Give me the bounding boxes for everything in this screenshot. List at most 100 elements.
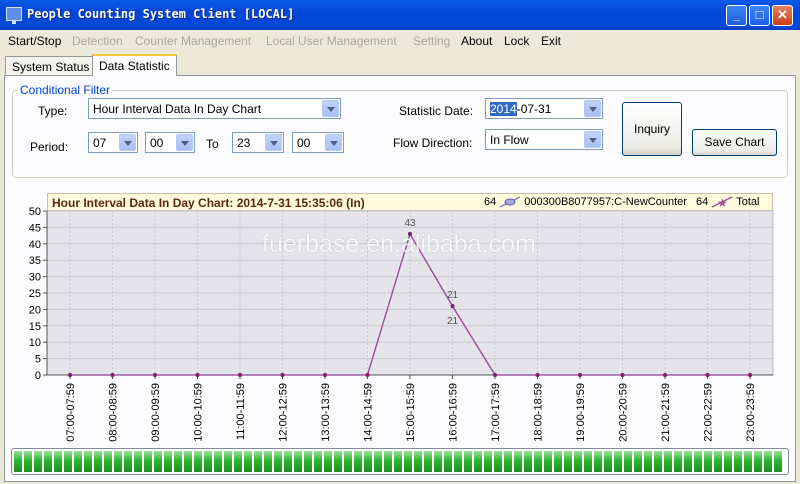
x-tick-label: 14:00-14:59 bbox=[363, 383, 375, 442]
tab-data-statistic[interactable]: Data Statistic bbox=[92, 54, 177, 76]
progress-segment bbox=[94, 451, 102, 472]
data-label: 43 bbox=[404, 218, 416, 229]
data-point bbox=[748, 373, 752, 377]
x-tick-label: 13:00-13:59 bbox=[320, 383, 332, 442]
progress-segment bbox=[534, 451, 542, 472]
progress-segment bbox=[614, 451, 622, 472]
progress-segment bbox=[554, 451, 562, 472]
progress-segment bbox=[34, 451, 42, 472]
x-tick-label: 09:00-09:59 bbox=[150, 383, 162, 442]
progress-segment bbox=[424, 451, 432, 472]
progress-segment bbox=[54, 451, 62, 472]
data-point bbox=[195, 373, 200, 377]
progress-segment bbox=[684, 451, 692, 472]
x-tick-label: 12:00-12:59 bbox=[278, 383, 290, 442]
progress-segment bbox=[314, 451, 322, 472]
progress-segment bbox=[674, 451, 682, 472]
data-point bbox=[535, 373, 540, 377]
x-tick-label: 19:00-19:59 bbox=[575, 383, 587, 442]
y-tick-label: 45 bbox=[29, 222, 41, 234]
progress-segment bbox=[734, 451, 742, 472]
progress-segment bbox=[254, 451, 262, 472]
progress-segment bbox=[324, 451, 332, 472]
progress-segment bbox=[104, 451, 112, 472]
progress-segment bbox=[144, 451, 152, 472]
progress-segment bbox=[404, 451, 412, 472]
progress-segment bbox=[774, 451, 782, 472]
progress-segment bbox=[134, 451, 142, 472]
data-point bbox=[153, 373, 157, 377]
data-point bbox=[663, 373, 667, 377]
progress-segment bbox=[214, 451, 222, 472]
progress-segment bbox=[604, 451, 612, 472]
x-tick-label: 18:00-18:59 bbox=[533, 383, 545, 442]
x-tick-label: 23:00-23:59 bbox=[745, 383, 757, 442]
y-tick-label: 5 bbox=[35, 354, 41, 366]
data-point bbox=[578, 373, 582, 377]
data-point bbox=[323, 373, 327, 377]
x-tick-label: 11:00-11:59 bbox=[235, 383, 247, 440]
progress-segment bbox=[64, 451, 72, 472]
progress-segment bbox=[524, 451, 532, 472]
progress-segment bbox=[754, 451, 762, 472]
data-point bbox=[280, 373, 285, 377]
progress-segment bbox=[174, 451, 182, 472]
progress-segment bbox=[114, 451, 122, 472]
progress-segment bbox=[194, 451, 202, 472]
progress-segment bbox=[244, 451, 252, 472]
data-point bbox=[450, 304, 455, 309]
data-point bbox=[110, 373, 115, 377]
data-point bbox=[620, 373, 625, 377]
x-tick-label: 16:00-16:59 bbox=[448, 383, 460, 442]
progress-segment bbox=[84, 451, 92, 472]
progress-segment bbox=[624, 451, 632, 472]
y-tick-label: 0 bbox=[35, 370, 41, 382]
progress-segment bbox=[204, 451, 212, 472]
progress-segment bbox=[664, 451, 672, 472]
x-tick-label: 07:00-07:59 bbox=[65, 383, 77, 442]
y-tick-label: 40 bbox=[29, 239, 41, 251]
progress-segment bbox=[504, 451, 512, 472]
progress-segment bbox=[394, 451, 402, 472]
progress-segment bbox=[74, 451, 82, 472]
x-tick-label: 21:00-21:59 bbox=[660, 383, 672, 442]
progress-segment bbox=[264, 451, 272, 472]
data-point bbox=[493, 373, 497, 377]
progress-segment bbox=[704, 451, 712, 472]
progress-segment bbox=[184, 451, 192, 472]
progress-segment bbox=[44, 451, 52, 472]
progress-segment bbox=[24, 451, 32, 472]
watermark-text: fuerbase.en.alibaba.com bbox=[262, 230, 536, 258]
y-tick-label: 25 bbox=[29, 288, 41, 300]
data-label: 21 bbox=[447, 290, 459, 301]
progress-segment bbox=[224, 451, 232, 472]
progress-segment bbox=[594, 451, 602, 472]
y-tick-label: 35 bbox=[29, 255, 41, 267]
progress-segment bbox=[764, 451, 772, 472]
progress-segment bbox=[384, 451, 392, 472]
progress-segment bbox=[354, 451, 362, 472]
progress-segment bbox=[644, 451, 652, 472]
progress-segment bbox=[164, 451, 172, 472]
progress-segment bbox=[724, 451, 732, 472]
progress-segment bbox=[654, 451, 662, 472]
progress-segment bbox=[14, 451, 22, 472]
progress-segment bbox=[464, 451, 472, 472]
y-tick-label: 30 bbox=[29, 272, 41, 284]
x-tick-label: 15:00-15:59 bbox=[405, 383, 417, 442]
progress-segment bbox=[364, 451, 372, 472]
data-point bbox=[68, 373, 72, 377]
progress-segment bbox=[434, 451, 442, 472]
progress-segment bbox=[374, 451, 382, 472]
progress-segment bbox=[494, 451, 502, 472]
x-tick-label: 08:00-08:59 bbox=[108, 383, 120, 442]
tab-label: Data Statistic bbox=[99, 59, 170, 73]
progress-segment bbox=[294, 451, 302, 472]
data-point bbox=[238, 373, 242, 377]
progress-segment bbox=[444, 451, 452, 472]
data-point bbox=[365, 373, 370, 377]
data-point bbox=[705, 373, 710, 377]
y-tick-label: 20 bbox=[29, 304, 41, 316]
progress-segment bbox=[124, 451, 132, 472]
progress-segment bbox=[514, 451, 522, 472]
